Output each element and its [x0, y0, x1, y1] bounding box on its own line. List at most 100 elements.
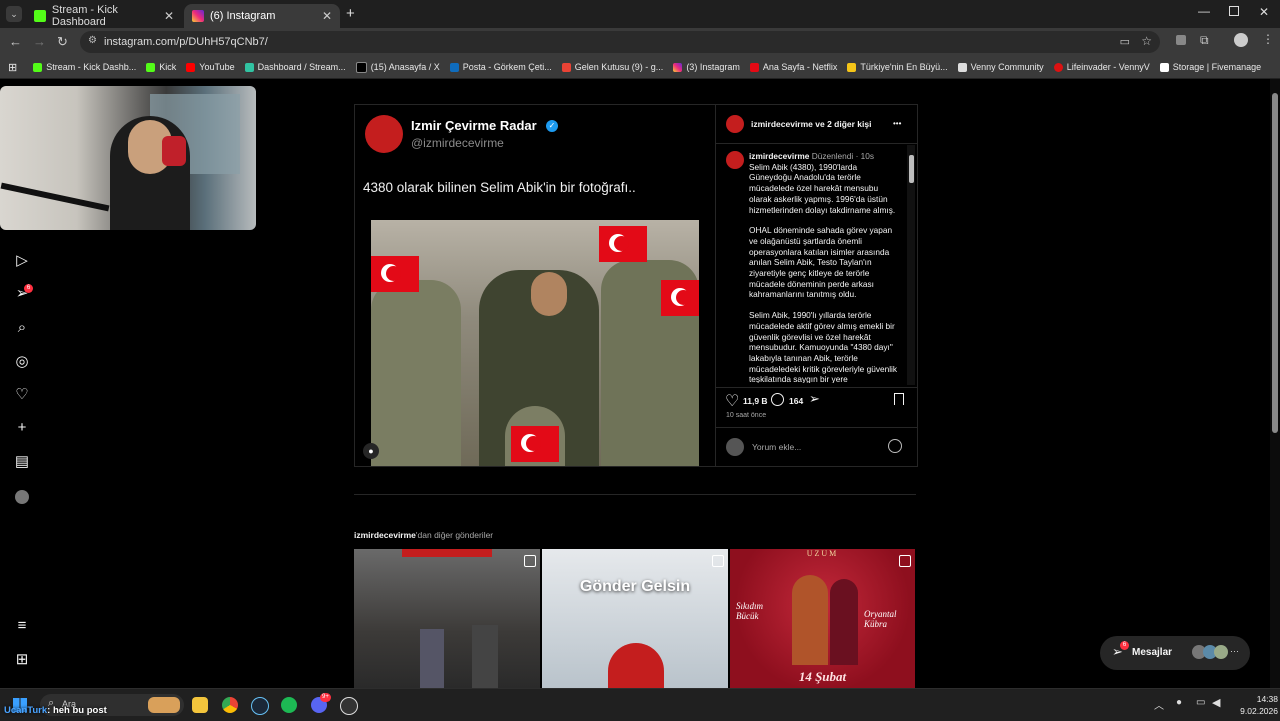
comment-bubble-icon[interactable] [771, 393, 784, 406]
notification-badge: 6 [24, 284, 33, 293]
notifications-heart-icon[interactable]: ♡ [12, 385, 32, 405]
caption-time: 10s [860, 151, 875, 161]
bookmark-venny[interactable]: Venny Community [957, 62, 1044, 72]
tab-search-button[interactable]: ⌄ [6, 6, 22, 22]
caption-scrollbar[interactable] [907, 145, 915, 385]
post-author-line[interactable]: izmirdecevirme ve 2 diğer kişi [751, 119, 871, 129]
share-send-icon[interactable]: ➢ [809, 391, 820, 407]
page-scrollbar[interactable] [1270, 79, 1280, 688]
bookmark-kick[interactable]: Kick [146, 62, 176, 72]
caption-scrollbar-thumb[interactable] [909, 155, 914, 183]
kick-icon [33, 62, 43, 72]
bookmark-gmail[interactable]: Gelen Kutusu (9) - g... [561, 62, 663, 72]
forward-button[interactable]: → [33, 34, 46, 49]
site-info-icon[interactable]: ⚙ [88, 35, 97, 46]
clock-date[interactable]: 9.02.2026 [1226, 706, 1278, 716]
scrollbar-thumb[interactable] [1272, 93, 1278, 433]
puzzle-icon[interactable]: ⧉ [1200, 33, 1209, 48]
bookmark-kick-dashboard[interactable]: Stream - Kick Dashb... [33, 62, 136, 72]
minimize-button[interactable]: — [1198, 4, 1210, 18]
people-figure [420, 629, 444, 688]
back-button[interactable]: ← [9, 34, 22, 49]
bookmark-posta[interactable]: Posta - Görkem Çeti... [449, 62, 552, 72]
post-author-avatar[interactable] [726, 115, 744, 133]
more-post-thumbnail[interactable]: UZUM Sıkıdım Bücük Oryantal Kübra 14 Şub… [730, 549, 915, 688]
gmail-icon [561, 62, 571, 72]
also-from-meta-icon[interactable]: ⊞ [12, 650, 32, 670]
clock-time[interactable]: 14:38 [1238, 694, 1278, 704]
like-heart-icon[interactable]: ♡ [725, 391, 739, 411]
caption-username[interactable]: izmirdecevirme [749, 151, 809, 161]
more-posts-suffix: 'dan diğer gönderiler [415, 530, 494, 540]
more-post-thumbnail[interactable]: Gönder Gelsin [542, 549, 728, 688]
save-bookmark-icon[interactable] [894, 393, 904, 405]
close-icon[interactable]: ✕ [322, 9, 332, 23]
address-bar[interactable]: ⚙ instagram.com/p/DUhH57qCNb7/ ▭ ☆ [80, 31, 1160, 53]
extension-icon[interactable] [1176, 35, 1186, 45]
bookmark-fivemanage[interactable]: Storage | Fivemanage [1159, 62, 1261, 72]
create-post-icon[interactable]: + [12, 418, 32, 438]
right-name: Oryantal Kübra [864, 609, 897, 629]
more-posts-username[interactable]: izmirdecevirme [354, 530, 416, 540]
bookmark-youtube[interactable]: YouTube [186, 62, 235, 72]
caption-avatar[interactable] [726, 151, 744, 169]
messages-pill[interactable]: ➢ 6 Mesajlar ⋯ [1100, 636, 1250, 670]
more-options-button[interactable]: ••• [893, 119, 901, 128]
fivemanage-icon [1159, 62, 1169, 72]
volume-icon[interactable]: ◀ [1212, 696, 1220, 709]
reels-icon[interactable]: ▷ [12, 251, 32, 271]
bookmark-lifeinvader[interactable]: Lifeinvader - VennyV [1053, 62, 1150, 72]
close-window-button[interactable]: ✕ [1259, 5, 1269, 19]
caption-paragraph-2: OHAL döneminde sahada görev yapan ve ola… [749, 225, 893, 300]
reel-icon [524, 555, 536, 567]
bookmark-star-icon[interactable]: ☆ [1141, 34, 1152, 48]
emoji-icon[interactable] [888, 439, 902, 453]
explore-icon[interactable]: ◎ [12, 352, 32, 372]
bookmark-x[interactable]: (15) Anasayfa / X [355, 61, 440, 73]
bookmark-netflix[interactable]: Ana Sayfa - Netflix [749, 62, 837, 72]
comment-count: 164 [789, 396, 804, 406]
divider [716, 427, 918, 428]
reload-button[interactable]: ↻ [57, 34, 68, 50]
chrome-icon[interactable] [222, 697, 238, 713]
outlook-icon [449, 62, 459, 72]
dashboard-icon[interactable]: ▤ [12, 452, 32, 472]
obs-icon[interactable] [340, 697, 358, 715]
tagged-users-icon[interactable]: ● [363, 443, 379, 459]
tab-instagram[interactable]: (6) Instagram ✕ [184, 4, 340, 28]
new-tab-button[interactable]: + [346, 5, 355, 22]
tab-label: Stream - Kick Dashboard [51, 4, 118, 28]
browser-toolbar: ← → ↻ ⚙ instagram.com/p/DUhH57qCNb7/ ▭ ☆… [0, 28, 1280, 56]
post-modal: Izmir Çevirme Radar ✓ @izmirdecevirme 43… [354, 104, 918, 467]
messages-label: Mesajlar [1132, 647, 1173, 658]
file-explorer-icon[interactable] [192, 697, 208, 713]
lifeinvader-icon [1053, 62, 1063, 72]
turkish-flag-icon [371, 256, 419, 292]
thumbnail-title: Gönder Gelsin [579, 578, 691, 595]
caption-scroll[interactable]: izmirdecevirme Düzenlendi · 10s Selim Ab… [749, 151, 899, 383]
spotify-icon[interactable] [281, 697, 297, 713]
more-menu-icon[interactable]: ≡ [12, 616, 32, 636]
maximize-button[interactable] [1229, 6, 1239, 16]
cast-icon[interactable]: ▭ [1120, 35, 1130, 48]
profile-avatar[interactable] [15, 490, 29, 504]
caption-dot: · [855, 151, 859, 161]
steam-icon[interactable] [251, 697, 269, 715]
instagram-icon [192, 10, 204, 22]
microphone-icon[interactable]: ● [1176, 697, 1182, 708]
menu-icon[interactable]: ⋮ [1262, 32, 1274, 46]
profile-avatar[interactable] [1234, 33, 1248, 47]
tray-chevron-icon[interactable]: ︿ [1154, 697, 1164, 712]
post-time-ago: 10 saat önce [726, 412, 767, 419]
search-icon[interactable]: ⌕ [12, 318, 32, 338]
apps-grid-icon[interactable]: ⊞ [8, 61, 17, 74]
bookmark-instagram[interactable]: (3) Instagram [673, 62, 740, 72]
close-icon[interactable]: ✕ [164, 9, 174, 23]
more-icon: ⋯ [1230, 646, 1239, 656]
more-post-thumbnail[interactable] [354, 549, 540, 688]
comment-input[interactable]: Yorum ekle... [752, 442, 801, 452]
display-icon[interactable]: ▭ [1196, 697, 1205, 708]
bookmark-turkiye[interactable]: Türkiye'nin En Büyü... [847, 62, 948, 72]
tab-kick-dashboard[interactable]: Stream - Kick Dashboard ✕ [26, 4, 182, 28]
bookmark-streamlabs[interactable]: Dashboard / Stream... [244, 62, 346, 72]
